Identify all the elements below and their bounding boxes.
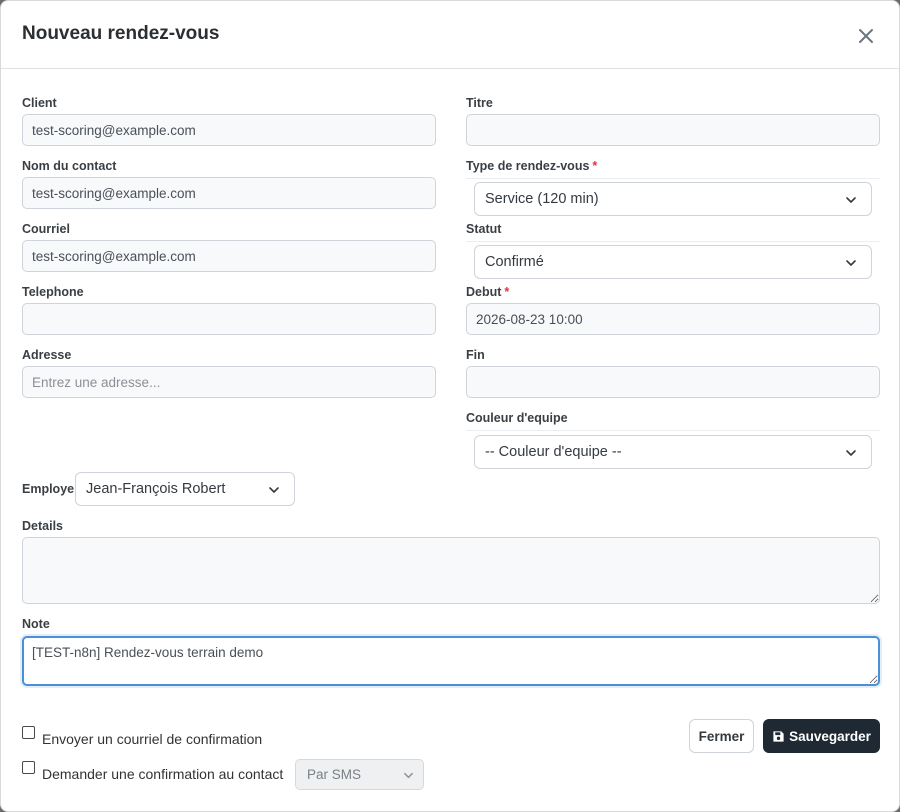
request-confirmation-checkbox[interactable] — [22, 761, 35, 774]
chevron-down-icon — [403, 770, 414, 781]
appointment-type-value: Service (120 min) — [485, 191, 599, 207]
end-label: Fin — [466, 348, 485, 362]
appointment-modal: Nouveau rendez-vous Client Nom du contac… — [0, 0, 900, 812]
employee-label: Employe — [22, 482, 75, 496]
phone-input[interactable] — [22, 303, 436, 335]
appointment-type-label: Type de rendez-vous * — [466, 159, 598, 173]
team-color-label: Couleur d'equipe — [466, 411, 568, 425]
close-modal-button[interactable]: Fermer — [689, 719, 754, 753]
chevron-down-icon — [268, 484, 280, 496]
email-label: Courriel — [22, 222, 70, 236]
employee-value: Jean-François Robert — [86, 481, 226, 497]
title-input[interactable] — [466, 114, 880, 146]
divider — [466, 241, 880, 242]
status-select[interactable]: Confirmé — [474, 245, 872, 279]
details-textarea[interactable] — [22, 537, 880, 604]
end-datetime-input[interactable] — [466, 366, 880, 398]
status-value: Confirmé — [485, 254, 544, 270]
start-datetime-input[interactable] — [466, 303, 880, 335]
save-label: Sauvegarder — [789, 728, 871, 744]
close-modal-label: Fermer — [698, 728, 745, 744]
phone-label: Telephone — [22, 285, 84, 299]
required-mark: * — [592, 159, 598, 173]
modal-title: Nouveau rendez-vous — [22, 23, 220, 44]
chevron-down-icon — [845, 194, 857, 206]
address-label: Adresse — [22, 348, 72, 362]
contact-name-input[interactable] — [22, 177, 436, 209]
send-confirmation-checkbox[interactable] — [22, 726, 35, 739]
appointment-type-select[interactable]: Service (120 min) — [474, 182, 872, 216]
client-input[interactable] — [22, 114, 436, 146]
close-icon — [853, 29, 879, 53]
client-label: Client — [22, 96, 57, 110]
title-label: Titre — [466, 96, 493, 110]
chevron-down-icon — [845, 257, 857, 269]
save-button[interactable]: Sauvegarder — [763, 719, 880, 753]
note-textarea[interactable]: [TEST-n8n] Rendez-vous terrain demo — [22, 636, 880, 686]
details-label: Details — [22, 519, 63, 533]
note-label: Note — [22, 617, 50, 631]
divider — [466, 178, 880, 179]
team-color-select[interactable]: -- Couleur d'equipe -- — [474, 435, 872, 469]
address-input[interactable] — [22, 366, 436, 398]
team-color-value: -- Couleur d'equipe -- — [485, 444, 622, 460]
status-label: Statut — [466, 222, 502, 236]
close-button[interactable] — [853, 23, 879, 49]
email-input[interactable] — [22, 240, 436, 272]
contact-name-label: Nom du contact — [22, 159, 117, 173]
modal-header: Nouveau rendez-vous — [1, 1, 899, 69]
divider — [466, 430, 880, 431]
chevron-down-icon — [845, 447, 857, 459]
start-label: Debut * — [466, 285, 510, 299]
floppy-disk-icon — [772, 730, 785, 743]
employee-select[interactable]: Jean-François Robert — [75, 472, 295, 506]
request-confirmation-label: Demander une confirmation au contact — [42, 766, 284, 782]
send-confirmation-label: Envoyer un courriel de confirmation — [42, 731, 263, 747]
confirmation-channel-value: Par SMS — [307, 767, 362, 782]
required-mark: * — [504, 285, 510, 299]
confirmation-channel-select[interactable]: Par SMS — [295, 759, 424, 790]
